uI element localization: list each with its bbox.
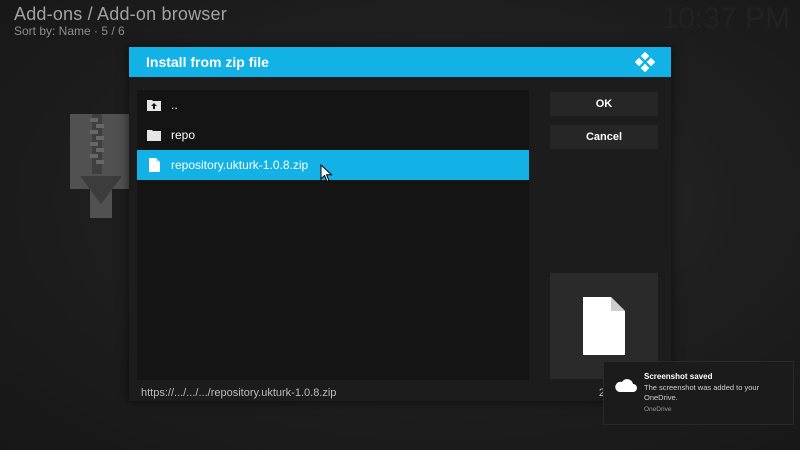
folder-icon: [147, 128, 161, 142]
list-item-repo-folder[interactable]: repo: [137, 120, 529, 150]
install-zip-dialog: Install from zip file .. repo repository…: [129, 47, 671, 401]
list-item-parent-folder[interactable]: ..: [137, 90, 529, 120]
list-item-label: ..: [171, 98, 178, 112]
current-path: https://.../.../.../repository.ukturk-1.…: [141, 387, 337, 399]
file-list: .. repo repository.ukturk-1.0.8.zip: [137, 90, 529, 380]
toast-source: OneDrive: [644, 406, 672, 413]
kodi-logo-icon: [635, 52, 655, 72]
cancel-button[interactable]: Cancel: [550, 125, 658, 149]
toast-body: The screenshot was added to your OneDriv…: [644, 383, 760, 402]
dialog-title: Install from zip file: [146, 54, 269, 70]
notification-toast[interactable]: Screenshot saved The screenshot was adde…: [603, 361, 794, 425]
dialog-header: Install from zip file: [129, 47, 671, 77]
ok-button[interactable]: OK: [550, 92, 658, 116]
list-item-label: repository.ukturk-1.0.8.zip: [171, 158, 309, 172]
mouse-cursor-icon: [320, 164, 333, 183]
toast-title: Screenshot saved: [644, 372, 713, 381]
file-icon: [147, 158, 161, 172]
folder-up-icon: [147, 98, 161, 112]
list-item-label: repo: [171, 128, 196, 142]
file-icon: [583, 297, 625, 355]
onedrive-cloud-icon: [615, 379, 637, 392]
